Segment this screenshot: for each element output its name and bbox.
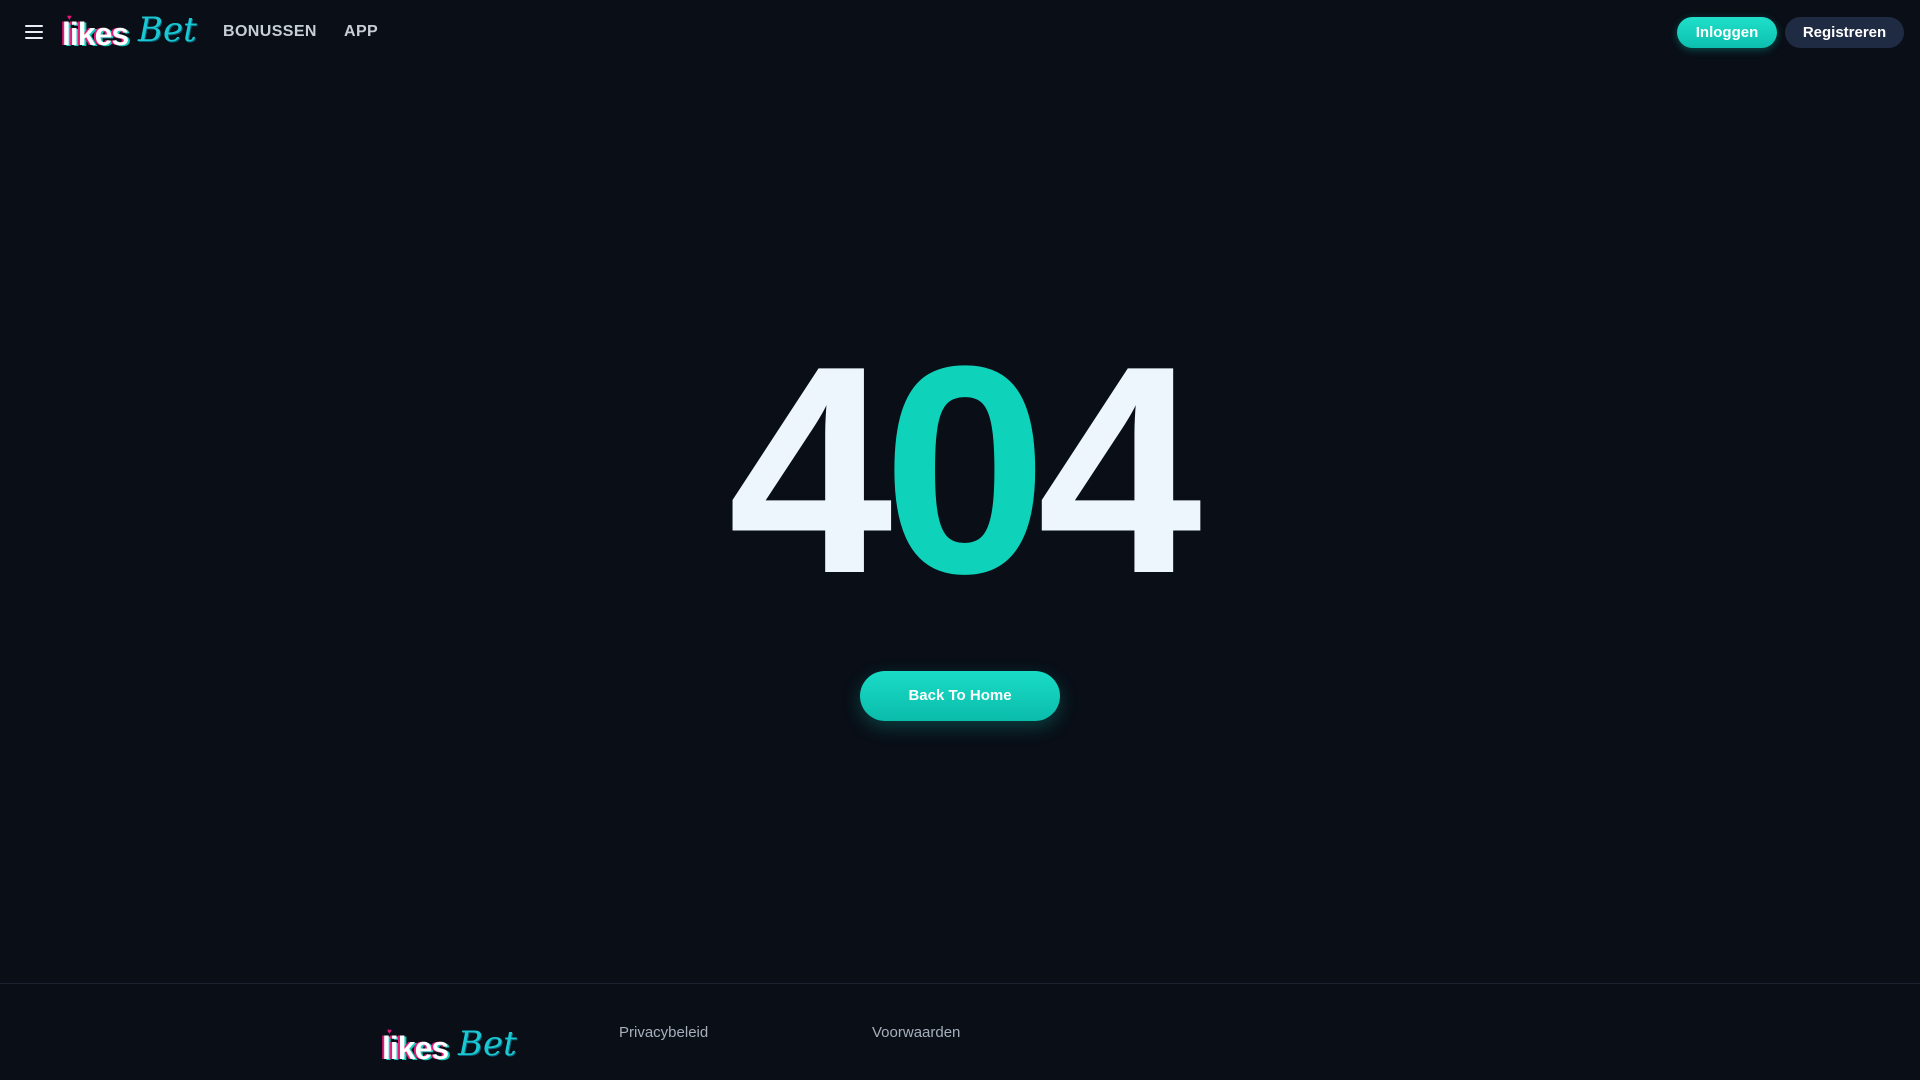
logo-bet-text: Bet [458,1024,517,1064]
login-button[interactable]: Inloggen [1677,17,1777,48]
error-digit-last: 4 [1037,304,1202,635]
nav-link-bonussen[interactable]: BONUSSEN [223,20,317,44]
footer-divider [0,983,1920,984]
heart-icon: ♥ [387,1027,392,1036]
error-digit-middle: 0 [882,304,1048,635]
site-header: likes ♥ Bet BONUSSEN APP Inloggen Regist… [0,0,1920,64]
page: likes ♥ Bet BONUSSEN APP Inloggen Regist… [0,0,1920,1080]
nav-link-app[interactable]: APP [344,20,378,44]
footer-link-privacy[interactable]: Privacybeleid [619,1023,708,1043]
footer-logo[interactable]: likes ♥ Bet [382,1022,518,1070]
register-button[interactable]: Registreren [1785,17,1904,48]
logo-bet-text: Bet [138,10,197,50]
error-digit-first: 4 [728,304,893,635]
error-code-404: 404 [0,322,1920,618]
heart-icon: ♥ [67,13,72,22]
header-logo[interactable]: likes ♥ Bet [62,8,198,56]
back-to-home-button[interactable]: Back To Home [860,671,1060,721]
footer-link-terms[interactable]: Voorwaarden [872,1023,960,1043]
hamburger-menu-icon[interactable] [22,20,46,44]
